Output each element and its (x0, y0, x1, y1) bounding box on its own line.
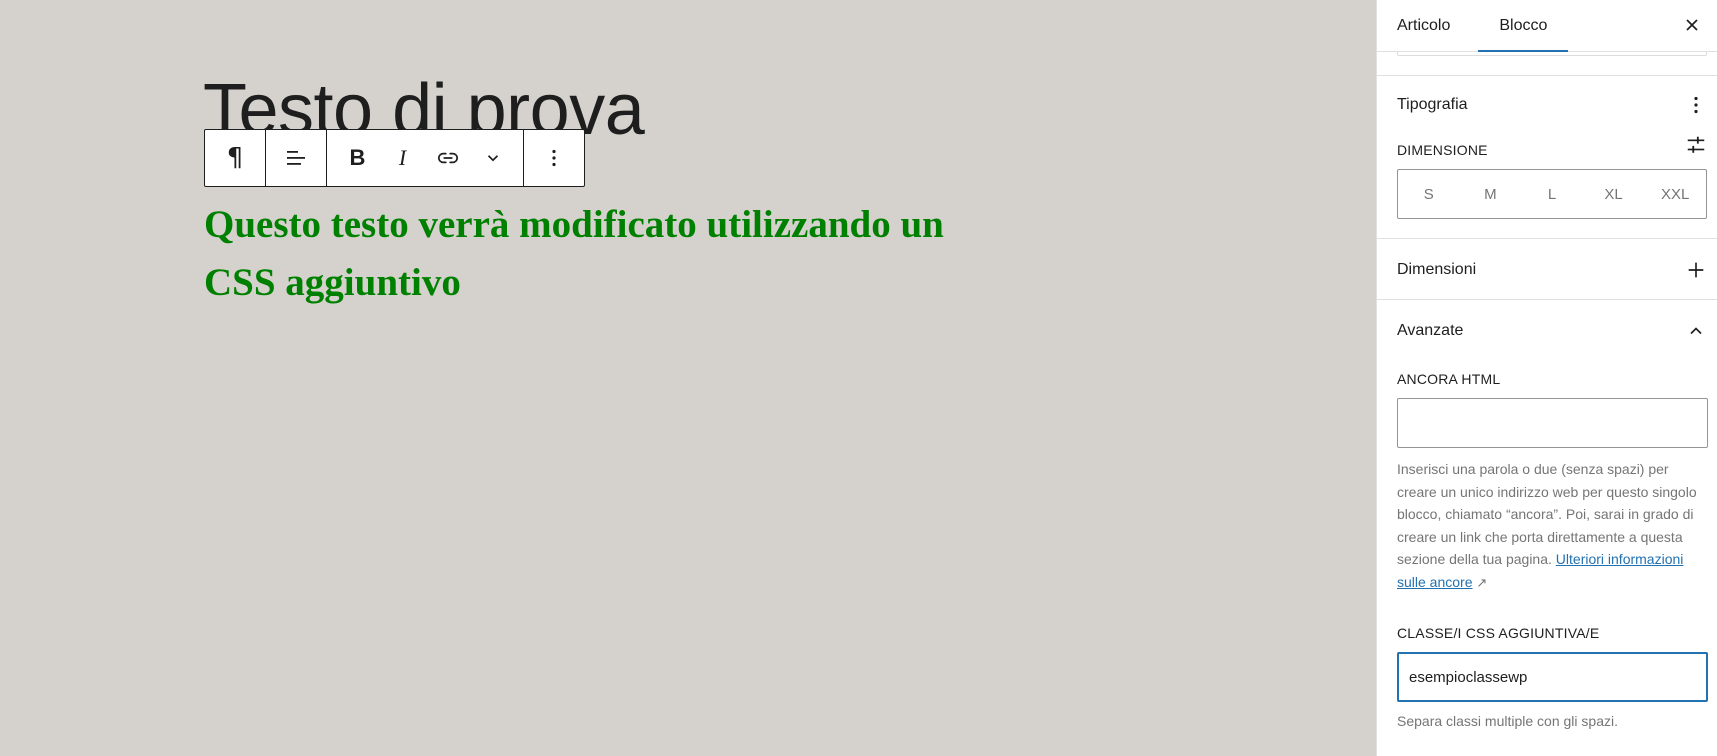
tab-articolo[interactable]: Articolo (1397, 0, 1470, 51)
align-left-icon (287, 151, 305, 165)
plus-icon (1688, 262, 1704, 278)
chevron-down-icon (487, 155, 498, 162)
editor-canvas: Testo di prova ¶ B I Questo testo verrà … (0, 0, 1376, 756)
font-size-picker: S M L XL XXL (1397, 169, 1707, 219)
size-option-m[interactable]: M (1460, 170, 1522, 218)
link-button[interactable] (425, 130, 470, 186)
chevron-up-icon (1690, 327, 1702, 335)
sidebar-tabs: Articolo Blocco (1377, 0, 1717, 52)
bold-button[interactable]: B (335, 130, 380, 186)
align-group (266, 130, 327, 186)
more-rich-text-button[interactable] (470, 130, 515, 186)
css-class-input[interactable] (1397, 652, 1708, 702)
dimensions-panel: Dimensioni (1377, 238, 1717, 299)
external-link-icon: ↗ (1476, 574, 1488, 590)
settings-sidebar: Articolo Blocco Tipografia DIMENSIONE S … (1376, 0, 1717, 756)
custom-size-button[interactable] (1684, 133, 1708, 157)
typography-header: Tipografia (1397, 90, 1708, 120)
link-icon (437, 152, 458, 164)
size-option-s[interactable]: S (1398, 170, 1460, 218)
options-group (524, 130, 584, 186)
bold-icon: B (349, 145, 366, 170)
settings-sliders-icon (1687, 136, 1705, 153)
close-icon (1686, 19, 1698, 31)
tab-blocco[interactable]: Blocco (1478, 0, 1569, 52)
dimensions-title: Dimensioni (1397, 261, 1477, 278)
paragraph-block[interactable]: Questo testo verrà modificato utilizzand… (204, 196, 1004, 312)
html-anchor-label: ANCORA HTML (1397, 371, 1501, 387)
add-dimension-button[interactable] (1684, 258, 1708, 282)
typography-panel: Tipografia DIMENSIONE S M L XL XXL (1377, 75, 1717, 238)
size-option-l[interactable]: L (1521, 170, 1583, 218)
advanced-header[interactable]: Avanzate (1397, 316, 1708, 346)
css-class-help: Separa classi multiple con gli spazi. (1397, 713, 1618, 729)
block-type-group: ¶ (205, 130, 266, 186)
size-option-xl[interactable]: XL (1583, 170, 1645, 218)
italic-icon: I (398, 145, 407, 170)
css-class-label: CLASSE/I CSS AGGIUNTIVA/E (1397, 625, 1600, 641)
align-button[interactable] (266, 130, 326, 186)
more-vertical-icon (552, 149, 556, 167)
options-button[interactable] (524, 130, 584, 186)
advanced-title: Avanzate (1397, 322, 1464, 339)
paragraph-icon: ¶ (226, 143, 244, 173)
close-sidebar-button[interactable] (1677, 10, 1707, 40)
format-group: B I (327, 130, 524, 186)
html-anchor-help: Inserisci una parola o due (senza spazi)… (1397, 458, 1712, 594)
typography-title: Tipografia (1397, 96, 1468, 113)
html-anchor-input[interactable] (1397, 398, 1708, 448)
collapse-advanced-button[interactable] (1684, 319, 1708, 343)
size-label: DIMENSIONE (1397, 142, 1488, 158)
previous-panel-edge (1397, 52, 1707, 56)
more-vertical-icon (1694, 96, 1698, 114)
paragraph-button[interactable]: ¶ (205, 130, 265, 186)
italic-button[interactable]: I (380, 130, 425, 186)
size-option-xxl[interactable]: XXL (1644, 170, 1706, 218)
typography-options-button[interactable] (1684, 93, 1708, 117)
dimensions-header[interactable]: Dimensioni (1397, 255, 1708, 285)
block-toolbar: ¶ B I (204, 129, 585, 187)
advanced-panel: Avanzate ANCORA HTML Inserisci una parol… (1377, 299, 1717, 756)
